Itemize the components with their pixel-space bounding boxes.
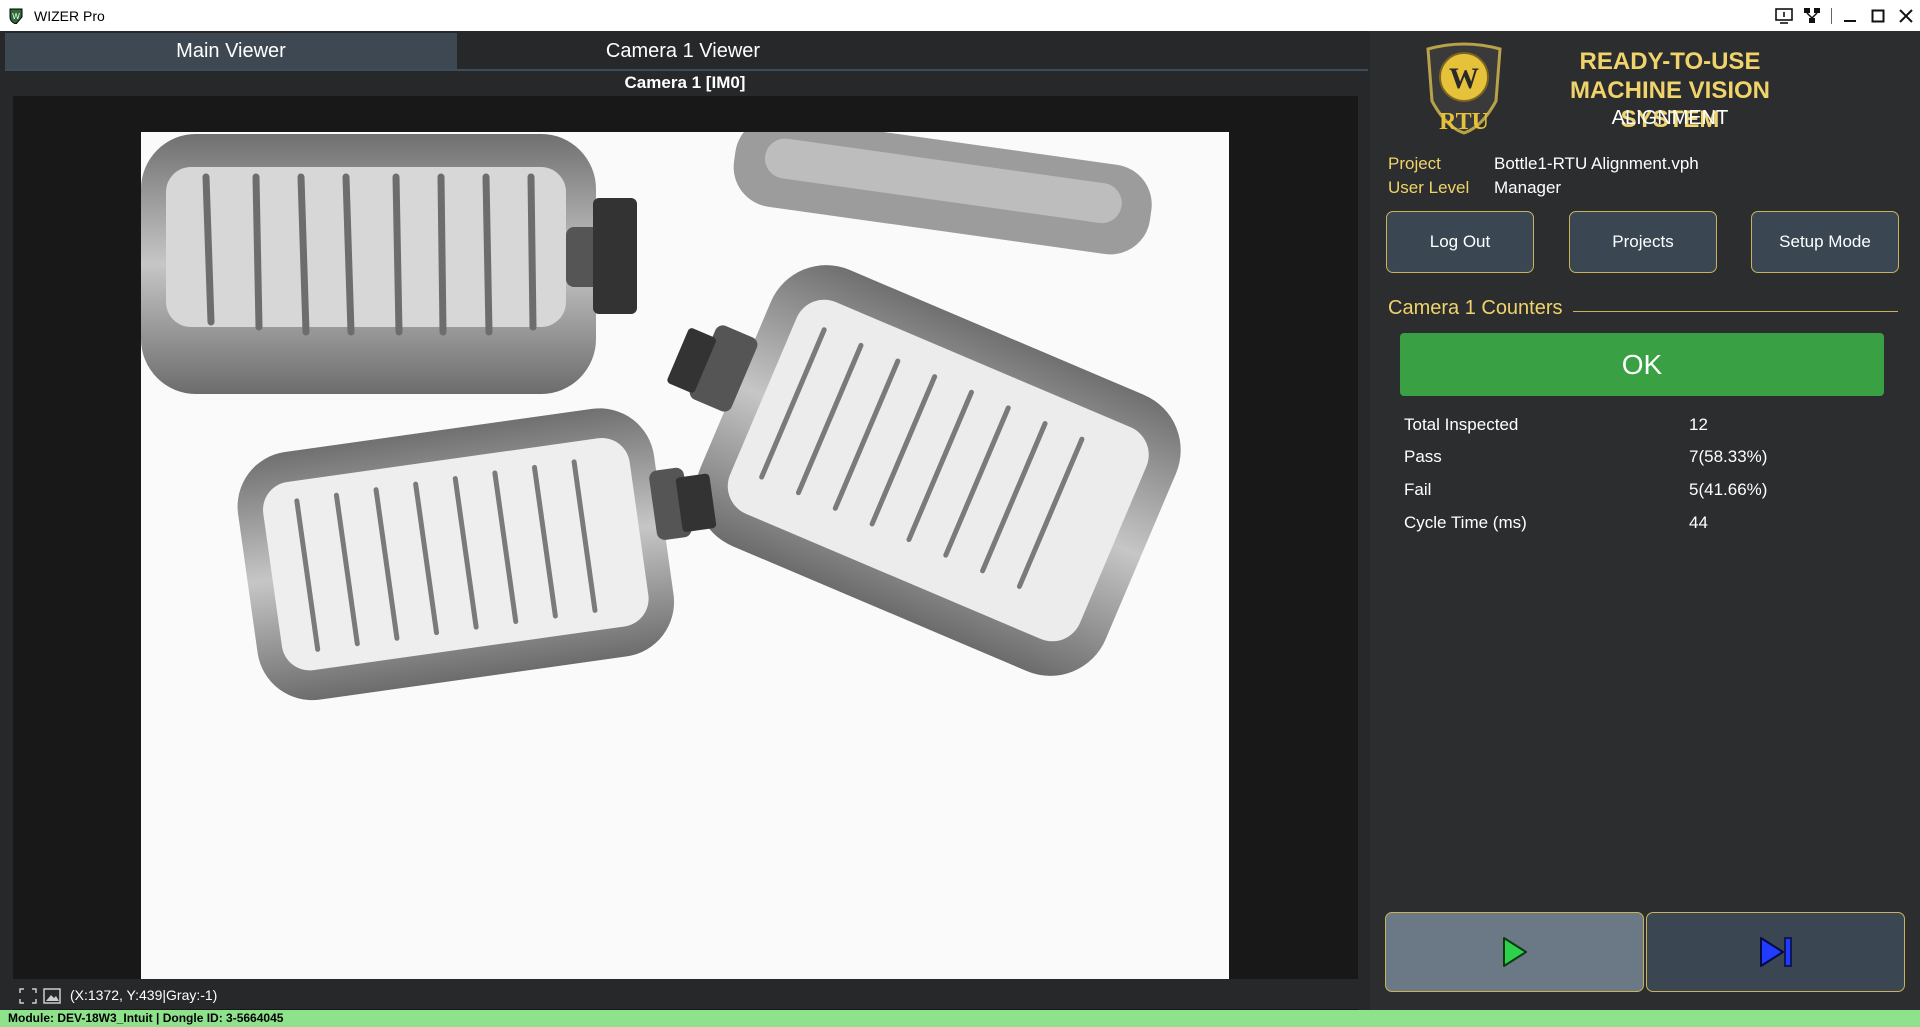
control-panel: W RTU READY-TO-USE MACHINE VISION SYSTEM… [1370,31,1920,1010]
camera-title: Camera 1 [IM0] [624,73,746,92]
counter-row: Fail 5(41.66%) [1404,480,1904,510]
single-step-button[interactable] [1646,912,1905,992]
counters-title: Camera 1 Counters [1388,297,1573,320]
counter-value: 5(41.66%) [1689,480,1768,499]
tab-main-viewer[interactable]: Main Viewer [5,33,457,69]
window-title: WIZER Pro [34,8,105,24]
close-button[interactable] [1892,0,1920,31]
counter-value: 44 [1689,513,1708,532]
run-button[interactable] [1385,912,1644,992]
monitor-info-icon[interactable] [1770,0,1798,31]
inspection-status: OK [1400,333,1884,396]
module-status-bar: Module: DEV-18W3_Intuit | Dongle ID: 3-5… [0,1010,1920,1027]
image-icon[interactable] [42,987,62,1005]
counter-row: Pass 7(58.33%) [1404,447,1904,477]
projects-button[interactable]: Projects [1569,211,1717,273]
project-label: Project [1388,154,1441,173]
svg-text:RTU: RTU [1439,109,1489,135]
network-settings-icon[interactable] [1798,0,1826,31]
counter-label: Total Inspected [1404,415,1519,434]
brand-line-1: READY-TO-USE [1579,48,1761,75]
pixel-coordinates: (X:1372, Y:439|Gray:-1) [70,987,218,1003]
camera-image[interactable] [141,132,1229,1006]
separator [1826,0,1836,31]
maximize-button[interactable] [1864,0,1892,31]
tab-camera-1-viewer[interactable]: Camera 1 Viewer [457,33,909,69]
module-status-text: Module: DEV-18W3_Intuit | Dongle ID: 3-5… [8,1011,284,1025]
viewer-statusline: (X:1372, Y:439|Gray:-1) [0,979,1370,1009]
counter-row: Cycle Time (ms) 44 [1404,513,1904,543]
bottles-image [141,132,1181,701]
app-logo-icon: W [9,8,23,24]
counter-label: Cycle Time (ms) [1404,513,1527,532]
counters-section: Camera 1 Counters [1388,297,1908,327]
step-forward-icon [1759,937,1792,967]
counter-value: 12 [1689,415,1708,434]
counter-value: 7(58.33%) [1689,447,1768,466]
counter-label: Pass [1404,447,1442,466]
user-level-value: Manager [1494,178,1562,197]
user-level-label: User Level [1388,178,1470,197]
minimize-button[interactable] [1836,0,1864,31]
image-viewer[interactable] [13,96,1358,1010]
viewer-area: Main Viewer Camera 1 Viewer Camera 1 [IM… [0,31,1370,1010]
brand-subtitle: ALIGNMENT [1611,107,1729,129]
viewer-tabs: Main Viewer Camera 1 Viewer [5,33,1368,71]
setup-mode-button[interactable]: Setup Mode [1751,211,1899,273]
play-icon [1502,937,1527,967]
counter-label: Fail [1404,480,1432,499]
fit-to-window-icon[interactable] [18,987,38,1005]
log-out-button[interactable]: Log Out [1386,211,1534,273]
svg-text:W: W [12,12,20,21]
project-value: Bottle1-RTU Alignment.vph [1494,154,1699,173]
title-bar: W WIZER Pro [0,0,1920,31]
counter-row: Total Inspected 12 [1404,415,1904,445]
rtu-logo: W RTU [1426,42,1502,135]
svg-text:W: W [1449,62,1479,95]
